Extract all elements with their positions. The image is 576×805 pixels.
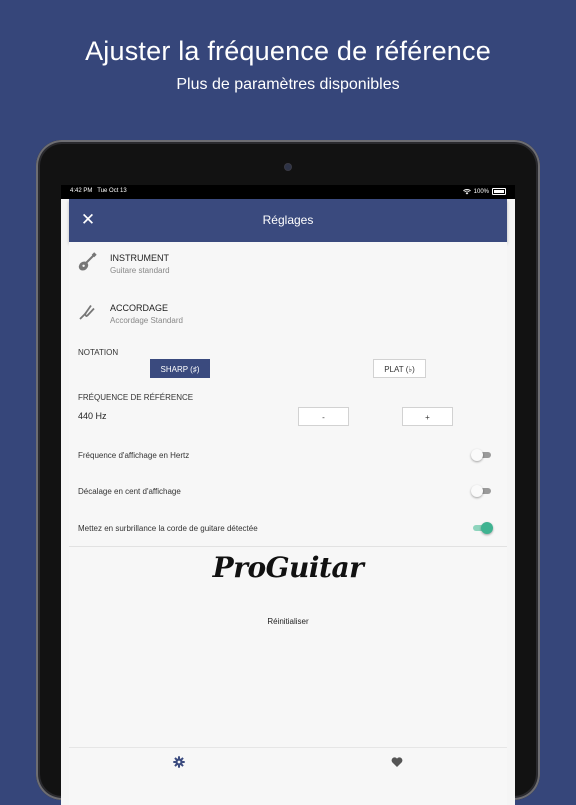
toggle-highlight-switch[interactable] [471, 522, 493, 534]
reference-frequency-row: FRÉQUENCE DE RÉFÉRENCE 440 Hz - + [69, 387, 507, 438]
toggle-row-highlight: Mettez en surbrillance la corde de guita… [69, 510, 507, 547]
toggle-label-hertz: Fréquence d'affichage en Hertz [78, 451, 190, 460]
notation-row: NOTATION SHARP (♯) PLAT (♭) [69, 342, 507, 388]
toggle-label-highlight: Mettez en surbrillance la corde de guita… [78, 524, 258, 533]
tuning-fork-icon [79, 304, 95, 320]
promo-subtitle: Plus de paramètres disponibles [176, 76, 400, 93]
toggle-hertz-switch[interactable] [471, 449, 493, 461]
modal-title: Réglages [262, 213, 314, 227]
battery-icon [492, 188, 506, 195]
notation-sharp-button[interactable]: SHARP (♯) [150, 359, 210, 378]
frequency-decrement-button[interactable]: - [298, 407, 349, 426]
camera [285, 164, 291, 170]
toggle-row-hertz: Fréquence d'affichage en Hertz [69, 437, 507, 474]
gear-icon[interactable] [173, 756, 185, 768]
ipad-frame: 4:42 PM Tue Oct 13 100% ✕ Réglages INSTR… [36, 140, 540, 805]
status-time: 4:42 PM [70, 188, 93, 194]
tab-bar [69, 747, 507, 805]
instrument-title: INSTRUMENT [110, 253, 169, 263]
screen: 4:42 PM Tue Oct 13 100% ✕ Réglages INSTR… [61, 185, 515, 805]
reference-frequency-label: FRÉQUENCE DE RÉFÉRENCE [78, 393, 194, 402]
toggle-cents-switch[interactable] [471, 485, 493, 497]
battery-percent: 100% [473, 188, 489, 195]
status-date: Tue Oct 13 [97, 188, 127, 194]
notation-label: NOTATION [78, 348, 119, 357]
modal-header: ✕ Réglages [69, 199, 507, 242]
reset-button[interactable]: Réinitialiser [69, 617, 507, 626]
promo-title: Ajuster la fréquence de référence [85, 36, 491, 66]
heart-icon[interactable] [391, 756, 403, 768]
instrument-value: Guitare standard [110, 266, 170, 275]
toggle-label-cents: Décalage en cent d'affichage [78, 487, 181, 496]
settings-modal: ✕ Réglages INSTRUMENT Guitare standard A… [69, 199, 507, 805]
guitar-icon [78, 252, 97, 271]
tuning-title: ACCORDAGE [110, 303, 169, 313]
reference-frequency-value: 440 Hz [78, 411, 107, 421]
status-bar: 4:42 PM Tue Oct 13 100% [61, 185, 515, 199]
notation-flat-button[interactable]: PLAT (♭) [373, 359, 426, 378]
instrument-row[interactable]: INSTRUMENT Guitare standard [69, 242, 507, 293]
frequency-increment-button[interactable]: + [402, 407, 453, 426]
proguitar-logo: ProGuitar [212, 551, 364, 584]
toggle-row-cents: Décalage en cent d'affichage [69, 473, 507, 511]
wifi-icon [462, 188, 471, 194]
tuning-value: Accordage Standard [110, 316, 183, 325]
tuning-row[interactable]: ACCORDAGE Accordage Standard [69, 292, 507, 343]
